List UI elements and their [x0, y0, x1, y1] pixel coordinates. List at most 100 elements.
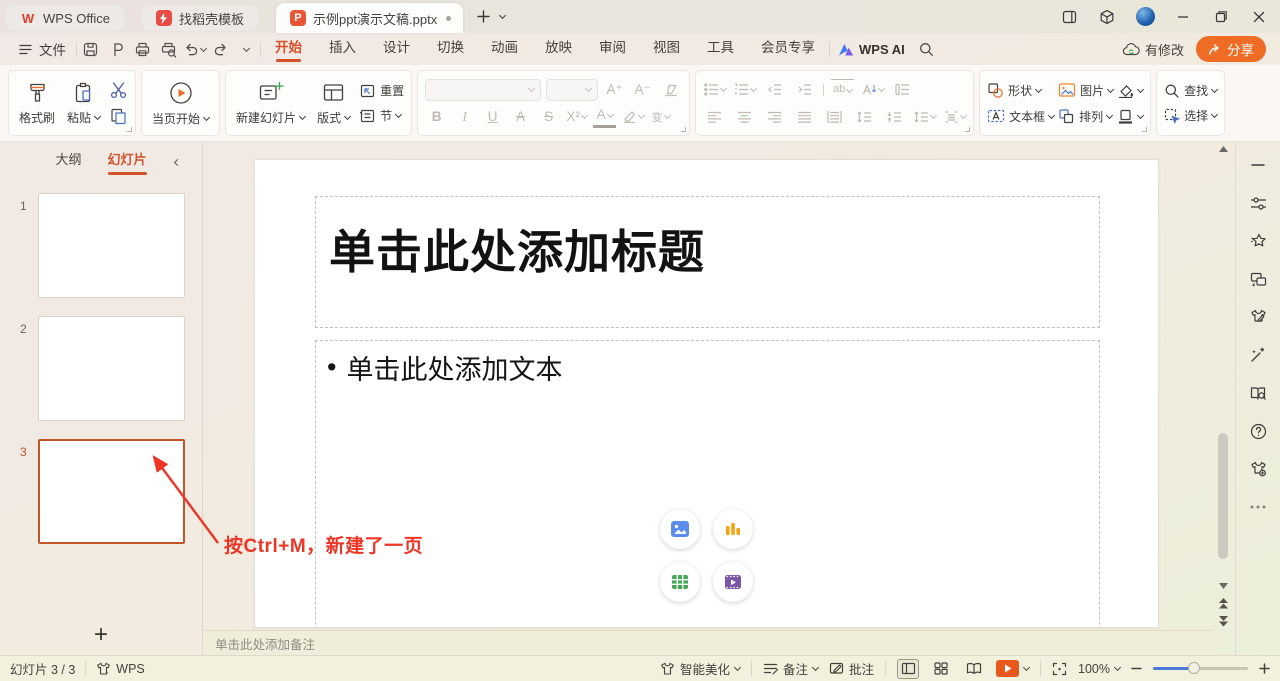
- paste-caret[interactable]: [94, 112, 101, 119]
- zoom-in-button[interactable]: [1259, 663, 1270, 674]
- more-tools-icon[interactable]: [1245, 494, 1271, 520]
- arrange-caret[interactable]: [1106, 111, 1113, 118]
- normal-view-button[interactable]: [897, 659, 919, 679]
- menu-transition[interactable]: 切换: [424, 33, 477, 65]
- undo-caret[interactable]: [199, 44, 206, 51]
- notes-button[interactable]: 备注: [763, 659, 818, 678]
- workspace-cube-icon[interactable]: [1092, 4, 1122, 30]
- find-caret[interactable]: [1211, 86, 1218, 93]
- save-button[interactable]: [78, 37, 103, 61]
- tab-document-active[interactable]: P 示例ppt演示文稿.pptx: [276, 3, 463, 33]
- menu-review[interactable]: 审阅: [586, 33, 639, 65]
- copy-button[interactable]: [109, 107, 128, 125]
- file-menu-button[interactable]: 文件: [10, 39, 75, 59]
- textbox-caret[interactable]: [1048, 111, 1055, 118]
- layout-caret[interactable]: [344, 113, 351, 120]
- menu-design[interactable]: 设计: [370, 33, 423, 65]
- close-button[interactable]: [1244, 4, 1274, 30]
- export-pdf-icon[interactable]: [104, 37, 129, 61]
- skin-settings-icon[interactable]: [1245, 456, 1271, 482]
- new-slide-button[interactable]: 新建幻灯片: [233, 80, 308, 126]
- print-button[interactable]: [130, 37, 155, 61]
- collapse-panel-icon[interactable]: [175, 154, 180, 168]
- format-painter-button[interactable]: 格式刷: [16, 81, 58, 126]
- arrange-button[interactable]: 排列: [1058, 108, 1113, 125]
- undo-button[interactable]: [182, 37, 207, 61]
- select-button[interactable]: 选择: [1164, 107, 1217, 124]
- search-icon[interactable]: [914, 37, 939, 61]
- menu-tools[interactable]: 工具: [694, 33, 747, 65]
- play-mode-caret[interactable]: [1023, 664, 1030, 671]
- toolbar-more-caret[interactable]: [234, 37, 259, 61]
- insert-table-button[interactable]: [660, 562, 700, 602]
- print-preview-button[interactable]: [156, 37, 181, 61]
- clipboard-dialog-launcher[interactable]: [127, 127, 132, 132]
- zoom-slider[interactable]: [1153, 667, 1248, 670]
- zoom-out-button[interactable]: [1131, 663, 1142, 674]
- tab-slides[interactable]: 幻灯片: [108, 145, 147, 172]
- menu-slideshow[interactable]: 放映: [532, 33, 585, 65]
- play-caret[interactable]: [203, 113, 210, 120]
- new-slide-caret[interactable]: [299, 113, 306, 120]
- shapes-caret[interactable]: [1035, 85, 1042, 92]
- slide-sorter-view-button[interactable]: [930, 659, 952, 679]
- previous-slide-icon[interactable]: [1219, 598, 1228, 609]
- notes-caret[interactable]: [812, 664, 819, 671]
- zoom-caret[interactable]: [1114, 664, 1121, 671]
- minimize-button[interactable]: [1168, 4, 1198, 30]
- scrollbar-thumb[interactable]: [1218, 433, 1228, 559]
- resource-search-icon[interactable]: [1245, 380, 1271, 406]
- slideshow-play-button[interactable]: [996, 660, 1029, 677]
- select-caret[interactable]: [1211, 111, 1218, 118]
- picture-button[interactable]: 图片: [1058, 82, 1113, 99]
- find-button[interactable]: 查找: [1164, 82, 1217, 99]
- menu-insert[interactable]: 插入: [316, 33, 369, 65]
- switch-slides-icon[interactable]: [1245, 266, 1271, 292]
- scroll-up-icon[interactable]: [1219, 146, 1228, 152]
- layout-button[interactable]: 版式: [314, 80, 353, 126]
- picture-caret[interactable]: [1107, 85, 1114, 92]
- body-placeholder-text[interactable]: •单击此处添加文本: [327, 348, 562, 387]
- fit-slide-button[interactable]: [1052, 662, 1067, 676]
- wps-ai-button[interactable]: WPS AI: [831, 42, 913, 57]
- insert-chart-button[interactable]: [713, 509, 753, 549]
- slide-2-thumbnail[interactable]: [38, 316, 185, 421]
- notes-input[interactable]: 单击此处添加备注: [203, 630, 1213, 655]
- tab-list-caret[interactable]: [499, 12, 506, 19]
- cut-button[interactable]: [109, 81, 128, 99]
- smart-beautify-button[interactable]: 智能美化: [660, 659, 740, 678]
- wps-skin-button[interactable]: WPS: [96, 662, 144, 676]
- share-button[interactable]: 分享: [1196, 36, 1266, 62]
- slide-1-thumbnail[interactable]: [38, 193, 185, 298]
- insert-picture-button[interactable]: [660, 509, 700, 549]
- skin-pen-icon[interactable]: [1245, 304, 1271, 330]
- menu-view[interactable]: 视图: [640, 33, 693, 65]
- restore-button[interactable]: [1206, 4, 1236, 30]
- tab-outline[interactable]: 大纲: [55, 145, 81, 172]
- shapes-button[interactable]: 形状: [987, 82, 1054, 99]
- section-button[interactable]: 节: [359, 107, 404, 124]
- menu-animation[interactable]: 动画: [478, 33, 531, 65]
- insert-media-button[interactable]: [713, 562, 753, 602]
- zoom-level[interactable]: 100%: [1078, 662, 1120, 676]
- zoom-slider-knob[interactable]: [1188, 662, 1200, 674]
- scroll-down-icon[interactable]: [1219, 583, 1228, 589]
- magic-tools-icon[interactable]: [1245, 342, 1271, 368]
- add-slide-button[interactable]: +: [0, 621, 202, 649]
- reading-view-button[interactable]: [963, 659, 985, 679]
- beautify-caret[interactable]: [734, 664, 741, 671]
- insert-dialog-launcher[interactable]: [1142, 127, 1147, 132]
- properties-sliders-icon[interactable]: [1245, 190, 1271, 216]
- collapse-sidebar-icon[interactable]: [1245, 152, 1271, 178]
- reset-button[interactable]: 重置: [359, 82, 404, 99]
- new-tab-button[interactable]: [477, 10, 490, 23]
- section-caret[interactable]: [395, 111, 402, 118]
- next-slide-icon[interactable]: [1219, 616, 1228, 627]
- avatar[interactable]: [1130, 4, 1160, 30]
- paste-button[interactable]: 粘贴: [64, 81, 103, 126]
- help-icon[interactable]: [1245, 418, 1271, 444]
- tab-wps-home[interactable]: W WPS Office: [6, 5, 124, 31]
- menu-member[interactable]: 会员专享: [748, 33, 828, 65]
- menu-home[interactable]: 开始: [262, 33, 315, 65]
- tab-docer-template[interactable]: 找稻壳模板: [142, 5, 258, 31]
